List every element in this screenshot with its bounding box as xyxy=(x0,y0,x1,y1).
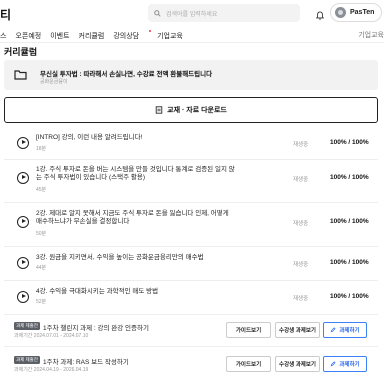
assignment-item: 과제 제출전 1주차 챌린지 과제 : 강의 완강 인증하기 과제기간 2024… xyxy=(0,318,384,344)
lesson-item[interactable]: [INTRO] 강의, 이런 내용 알려드립니다! 18분 재생중 100% /… xyxy=(0,128,384,158)
status-badge: 과제 제출전 xyxy=(14,356,40,364)
lesson-state: 재생중 xyxy=(293,221,309,227)
lesson-duration: 52분 xyxy=(36,299,47,305)
play-icon[interactable] xyxy=(17,172,29,184)
submit-label: 과제하기 xyxy=(339,362,360,368)
guide-button[interactable]: 가이드보기 xyxy=(226,356,271,372)
assignment-title: 1주차 챌린지 과제 : 강의 완강 인증하기 xyxy=(43,325,149,332)
nav-item-curriculum[interactable]: 커리큘럼 xyxy=(79,31,105,41)
download-label: 교재 · 자료 다운로드 xyxy=(167,107,227,114)
play-icon[interactable] xyxy=(17,137,29,149)
nav-item-event[interactable]: 이벤트 xyxy=(50,31,69,41)
nav-item-upcoming[interactable]: 오픈예정 xyxy=(15,31,41,41)
assignment-period: 과제기간 2024.07.01 - 2024.07.10 xyxy=(14,333,89,339)
lesson-duration: 44분 xyxy=(36,265,47,271)
notice-title: 무신실 투자법 : 따라해서 손실나면, 수강료 전액 환불해드립니다 xyxy=(40,71,213,78)
site-logo[interactable]: 티 xyxy=(0,6,11,23)
lesson-duration: 50분 xyxy=(36,231,47,237)
lesson-duration: 18분 xyxy=(36,146,47,152)
assignment-title: 1주차 과제: RAS 보드 작성하기 xyxy=(43,359,129,366)
notice-subtitle: 공화운금융이 xyxy=(40,79,68,85)
nav-item-consult-label: 강의상담 xyxy=(113,33,140,40)
search-icon xyxy=(154,9,161,17)
status-badge: 과제 제출전 xyxy=(14,322,40,330)
user-name: PasTen xyxy=(350,9,375,16)
lesson-divider xyxy=(4,202,378,203)
lesson-title: [INTRO] 강의, 이런 내용 알려드립니다! xyxy=(36,134,143,141)
assignment-period: 과제기간 2024.04.19 - 2026.04.19 xyxy=(14,367,89,373)
nav-item-0[interactable]: 스 xyxy=(0,31,6,41)
lesson-duration: 45분 xyxy=(36,187,47,193)
submit-assignment-button[interactable]: 과제하기 xyxy=(323,356,367,372)
lesson-state: 재생중 xyxy=(293,177,309,183)
lesson-divider xyxy=(4,159,378,160)
lesson-state: 재생중 xyxy=(293,296,309,302)
header-divider xyxy=(0,42,384,43)
submit-assignment-button[interactable]: 과제하기 xyxy=(323,322,367,338)
lesson-divider xyxy=(4,280,378,281)
nav-item-enterprise[interactable]: 기업교육 xyxy=(157,31,183,41)
lesson-item[interactable]: 4강. 수익을 극대화시키는 과학적인 매도 방법 52분 재생중 100% /… xyxy=(0,283,384,313)
search-input[interactable]: 검색어를 입력하세요 xyxy=(166,9,217,18)
lesson-title: 4강. 수익을 극대화시키는 과학적인 매도 방법 xyxy=(36,288,159,295)
lesson-progress: 100% / 100% xyxy=(330,259,369,266)
lesson-divider xyxy=(4,246,378,247)
submit-label: 과제하기 xyxy=(339,328,360,334)
lesson-progress: 100% / 100% xyxy=(330,139,369,146)
pencil-icon xyxy=(331,361,336,367)
lesson-item[interactable]: 1강. 주식 투자로 돈을 버는 시스템을 만들 것입니다 통계로 검증된 일지… xyxy=(0,162,384,200)
folder-icon xyxy=(14,70,27,80)
play-icon[interactable] xyxy=(17,257,29,269)
student-assignments-button[interactable]: 수강생 과제보기 xyxy=(275,356,320,372)
nav-item-consult[interactable]: 강의상담 xyxy=(113,30,152,41)
play-icon[interactable] xyxy=(17,291,29,303)
download-materials-button[interactable]: 교재 · 자료 다운로드 xyxy=(4,97,378,123)
lesson-title: 1강. 주식 투자로 돈을 버는 시스템을 만들 것입니다 통계로 검증된 일지… xyxy=(36,166,235,181)
notification-bell-icon[interactable] xyxy=(315,7,325,25)
lesson-progress: 100% / 100% xyxy=(330,218,369,225)
pencil-icon xyxy=(331,327,336,333)
lesson-progress: 100% / 100% xyxy=(330,174,369,181)
avatar xyxy=(335,7,346,18)
lesson-divider xyxy=(4,314,378,315)
assignment-item: 과제 제출전 1주차 과제: RAS 보드 작성하기 과제기간 2024.04.… xyxy=(0,352,384,378)
lesson-item[interactable]: 3강. 원금을 지키면서, 수익을 높이는 공화운금융리만의 매수법 44분 재… xyxy=(0,249,384,279)
refund-notice[interactable]: 무신실 투자법 : 따라해서 손실나면, 수강료 전액 환불해드립니다 공화운금… xyxy=(4,60,378,90)
nav-right-link[interactable]: 기업교육 xyxy=(358,30,384,40)
document-icon xyxy=(155,106,163,114)
guide-button[interactable]: 가이드보기 xyxy=(226,322,271,338)
new-dot-icon xyxy=(149,30,152,32)
play-icon[interactable] xyxy=(17,216,29,228)
assignment-divider xyxy=(4,346,378,347)
lesson-title: 3강. 원금을 지키면서, 수익을 높이는 공화운금융리만의 매수법 xyxy=(36,254,204,261)
lesson-state: 재생중 xyxy=(293,142,309,148)
page-title: 커리큘럼 xyxy=(4,47,38,57)
lesson-title: 2강. 제대로 알지 못해서 지금도 주식 투자로 돈을 잃습니다 인제, 어떻… xyxy=(36,210,229,225)
main-nav: 스 오픈예정 이벤트 커리큘럼 강의상담 기업교육 xyxy=(0,30,192,42)
lesson-item[interactable]: 2강. 제대로 알지 못해서 지금도 주식 투자로 돈을 잃습니다 인제, 어떻… xyxy=(0,206,384,244)
profile-button[interactable]: PasTen xyxy=(330,3,382,22)
search-bar[interactable]: 검색어를 입력하세요 xyxy=(148,4,300,22)
lesson-progress: 100% / 100% xyxy=(330,293,369,300)
student-assignments-button[interactable]: 수강생 과제보기 xyxy=(275,322,320,338)
lesson-state: 재생중 xyxy=(293,262,309,268)
